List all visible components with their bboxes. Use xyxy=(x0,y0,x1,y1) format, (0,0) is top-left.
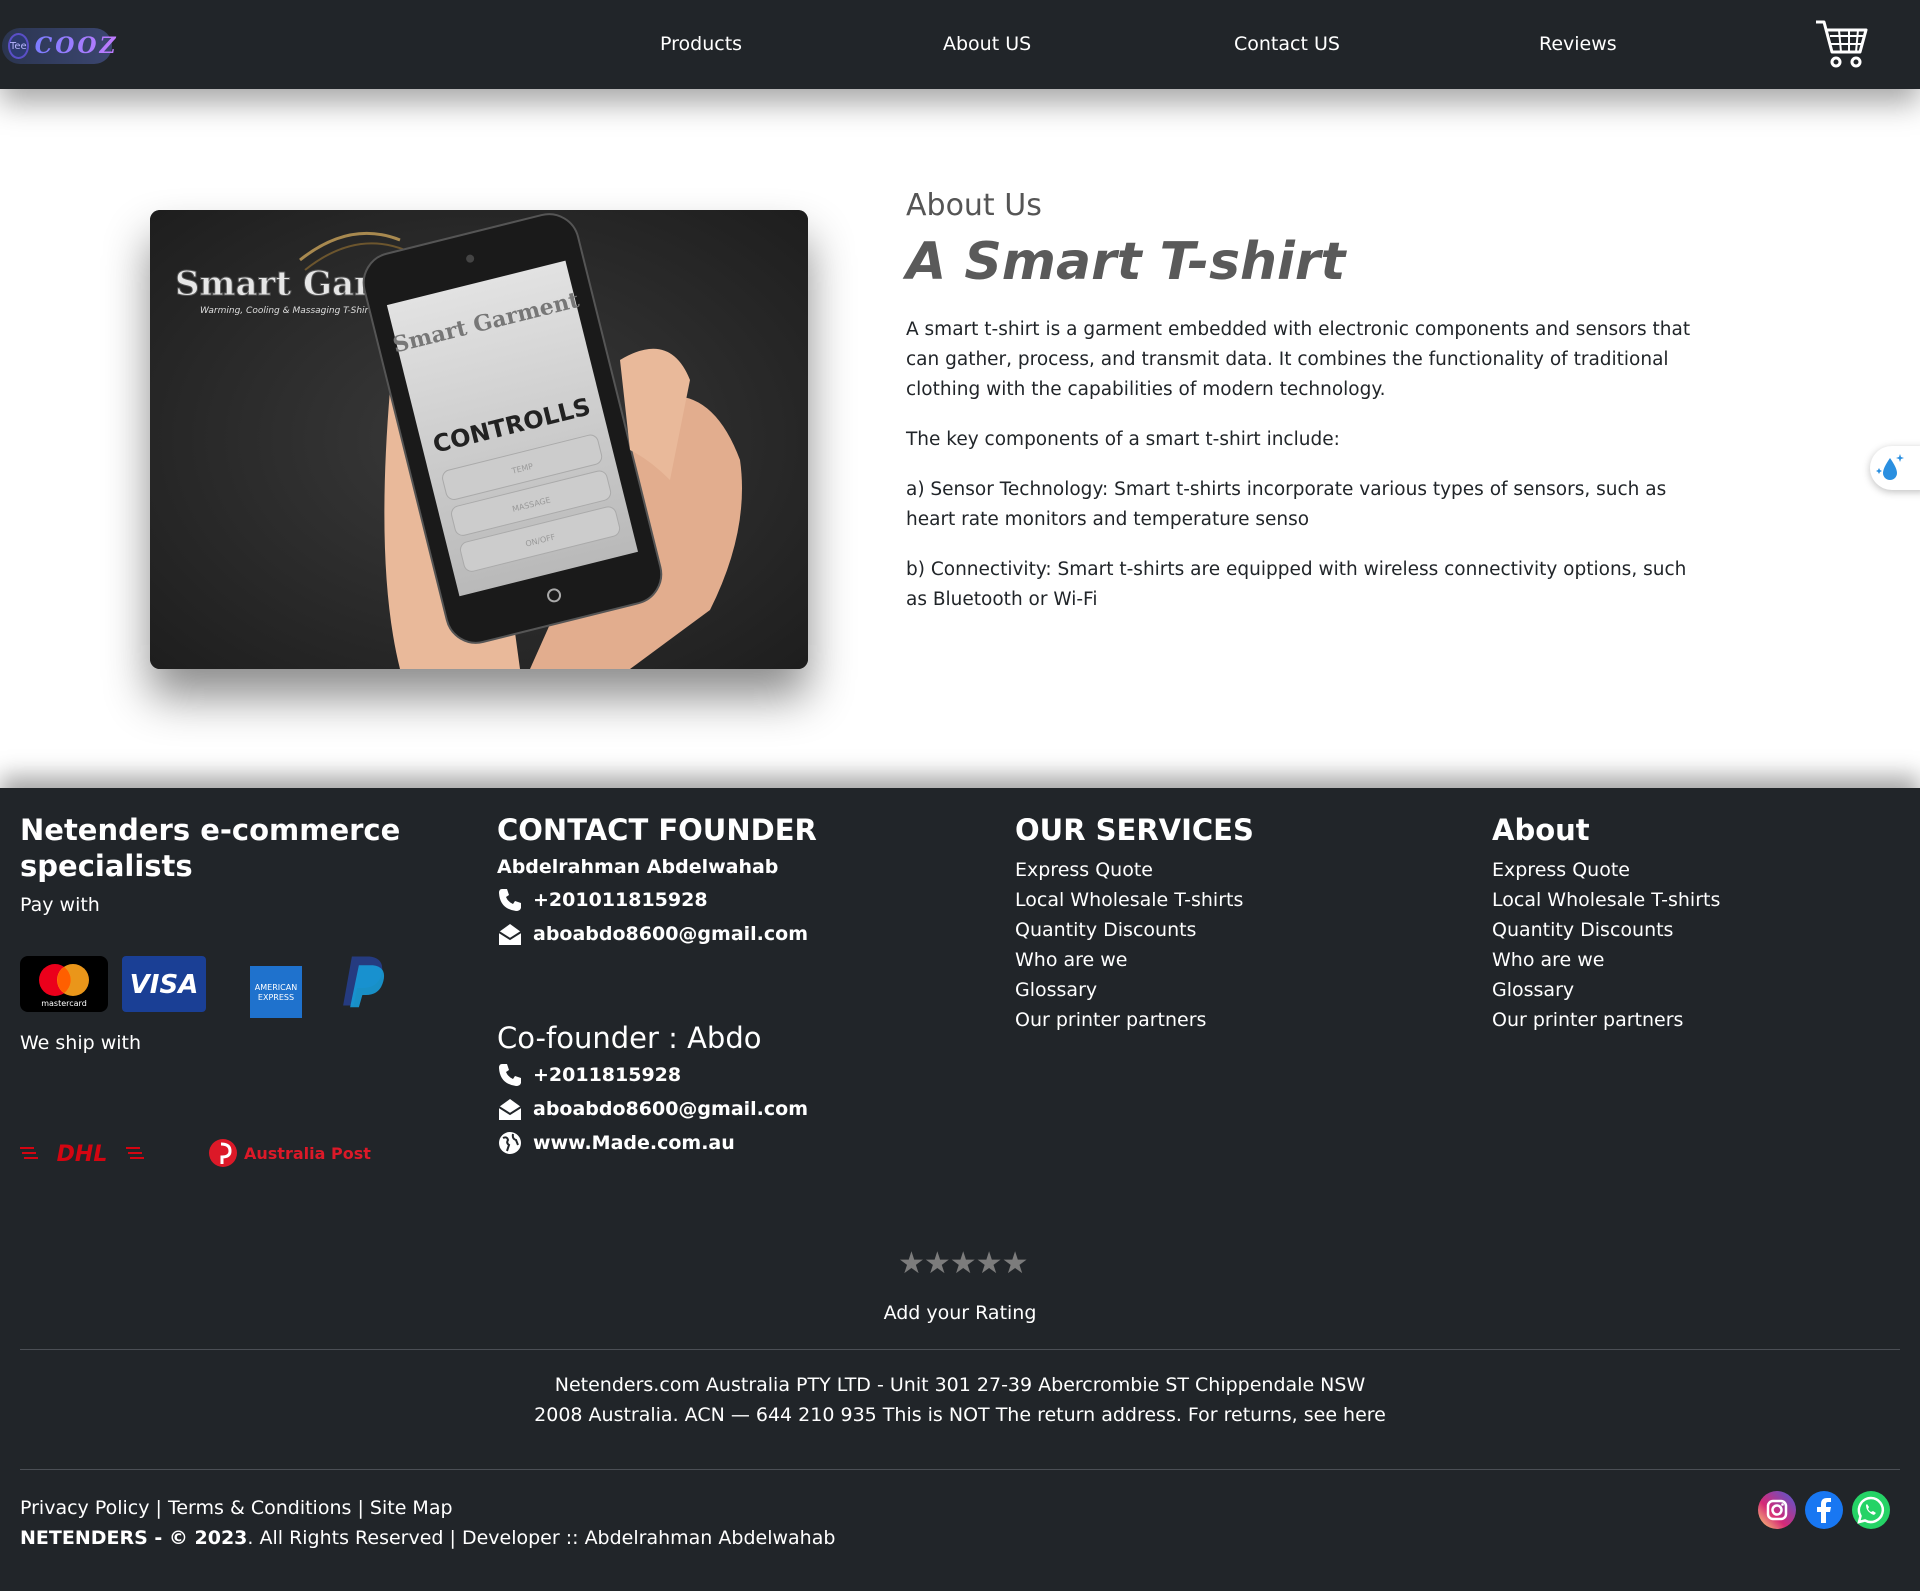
pay-with-label: Pay with xyxy=(20,894,100,916)
privacy-policy-link[interactable]: Privacy Policy xyxy=(20,1497,149,1519)
mastercard-logo: mastercard xyxy=(20,956,108,1012)
services-list: Express Quote Local Wholesale T-shirts Q… xyxy=(1015,855,1243,1035)
instagram-icon[interactable] xyxy=(1757,1490,1797,1530)
nav-link-about[interactable]: About US xyxy=(943,33,1031,55)
founder-email[interactable]: aboabdo8600@gmail.com xyxy=(497,921,808,947)
cart-icon[interactable] xyxy=(1814,18,1870,70)
footer-brand-heading: Netenders e-commerce specialists xyxy=(20,813,401,883)
facebook-icon[interactable] xyxy=(1804,1490,1844,1530)
phone-icon xyxy=(499,1064,521,1086)
about-title: A Smart T-shirt xyxy=(906,232,1346,292)
cofounder-website[interactable]: www.Made.com.au xyxy=(497,1130,735,1156)
about-link[interactable]: Glossary xyxy=(1492,975,1720,1005)
about-link[interactable]: Express Quote xyxy=(1492,855,1720,885)
ship-with-label: We ship with xyxy=(20,1032,142,1054)
services-link[interactable]: Who are we xyxy=(1015,945,1243,975)
svg-text:EXPRESS: EXPRESS xyxy=(258,993,294,1002)
founder-phone[interactable]: +201011815928 xyxy=(497,887,708,913)
terms-link[interactable]: Terms & Conditions xyxy=(168,1497,351,1519)
cofounder-email[interactable]: aboabdo8600@gmail.com xyxy=(497,1096,808,1122)
services-link[interactable]: Express Quote xyxy=(1015,855,1243,885)
add-rating-label: Add your Rating xyxy=(883,1302,1037,1324)
founder-name: Abdelrahman Abdelwahab xyxy=(497,856,779,878)
amex-logo: AMERICAN EXPRESS xyxy=(250,966,302,1018)
svg-text:mastercard: mastercard xyxy=(41,999,87,1008)
services-link[interactable]: Quantity Discounts xyxy=(1015,915,1243,945)
smart-garment-image: Smart Garment Warming, Cooling & Massagi… xyxy=(150,210,808,669)
services-link[interactable]: Local Wholesale T-shirts xyxy=(1015,885,1243,915)
envelope-open-icon xyxy=(498,1099,522,1120)
svg-text:VISA: VISA xyxy=(130,970,199,1000)
cofounder-phone[interactable]: +2011815928 xyxy=(497,1062,681,1088)
about-link[interactable]: Our printer partners xyxy=(1492,1005,1720,1035)
visa-logo: VISA xyxy=(122,956,206,1012)
about-paragraph: A smart t-shirt is a garment embedded wi… xyxy=(906,319,1691,400)
whatsapp-icon[interactable] xyxy=(1851,1490,1891,1530)
logo-text: COOZ xyxy=(34,33,119,59)
top-navbar: Tee COOZ Products About US Contact US Re… xyxy=(0,0,1920,89)
about-links-list: Express Quote Local Wholesale T-shirts Q… xyxy=(1492,855,1720,1035)
company-address: Netenders.com Australia PTY LTD - Unit 3… xyxy=(534,1374,1386,1426)
australia-post-icon xyxy=(209,1139,237,1167)
about-kicker: About Us xyxy=(906,188,1042,223)
svg-text:DHL: DHL xyxy=(57,1142,108,1166)
globe-icon xyxy=(499,1132,521,1154)
footer-divider xyxy=(20,1469,1900,1470)
contact-founder-heading: CONTACT FOUNDER xyxy=(497,813,817,847)
about-link[interactable]: Quantity Discounts xyxy=(1492,915,1720,945)
site-logo[interactable]: Tee COOZ xyxy=(2,28,116,64)
australia-post-logo: Australia Post xyxy=(208,1138,371,1168)
svg-text:AMERICAN: AMERICAN xyxy=(255,983,297,992)
about-paragraph: The key components of a smart t-shirt in… xyxy=(906,429,1340,450)
paypal-logo xyxy=(343,956,385,1008)
water-drop-sparkle-icon xyxy=(1876,454,1904,480)
nav-link-products[interactable]: Products xyxy=(660,33,742,55)
envelope-open-icon xyxy=(498,924,522,945)
tshirt-icon: Tee xyxy=(8,33,29,59)
our-services-heading: OUR SERVICES xyxy=(1015,813,1254,847)
about-paragraph: a) Sensor Technology: Smart t-shirts inc… xyxy=(906,479,1667,530)
legal-links: Privacy Policy | Terms & Conditions | Si… xyxy=(20,1493,835,1553)
services-link[interactable]: Glossary xyxy=(1015,975,1243,1005)
nav-link-contact[interactable]: Contact US xyxy=(1234,33,1340,55)
services-link[interactable]: Our printer partners xyxy=(1015,1005,1243,1035)
floating-helper-button[interactable] xyxy=(1870,446,1920,490)
dhl-logo: DHL xyxy=(20,1142,144,1166)
footer-divider xyxy=(20,1349,1900,1350)
about-paragraph: b) Connectivity: Smart t-shirts are equi… xyxy=(906,559,1687,610)
nav-link-reviews[interactable]: Reviews xyxy=(1539,33,1617,55)
copyright-text: NETENDERS - © 2023. All Rights Reserved … xyxy=(20,1527,836,1549)
about-heading: About xyxy=(1492,813,1590,847)
about-link[interactable]: Local Wholesale T-shirts xyxy=(1492,885,1720,915)
about-description: A smart t-shirt is a garment embedded wi… xyxy=(906,315,1696,635)
rating-stars[interactable]: ★★★★★ xyxy=(898,1246,1028,1281)
site-map-link[interactable]: Site Map xyxy=(370,1497,453,1519)
about-link[interactable]: Who are we xyxy=(1492,945,1720,975)
image-tagline-text: Warming, Cooling & Massaging T-Shirt xyxy=(200,306,372,316)
phone-icon xyxy=(499,889,521,911)
cofounder-heading: Co-founder : Abdo xyxy=(497,1021,762,1055)
site-footer: Netenders e-commerce specialists Pay wit… xyxy=(0,788,1920,1591)
